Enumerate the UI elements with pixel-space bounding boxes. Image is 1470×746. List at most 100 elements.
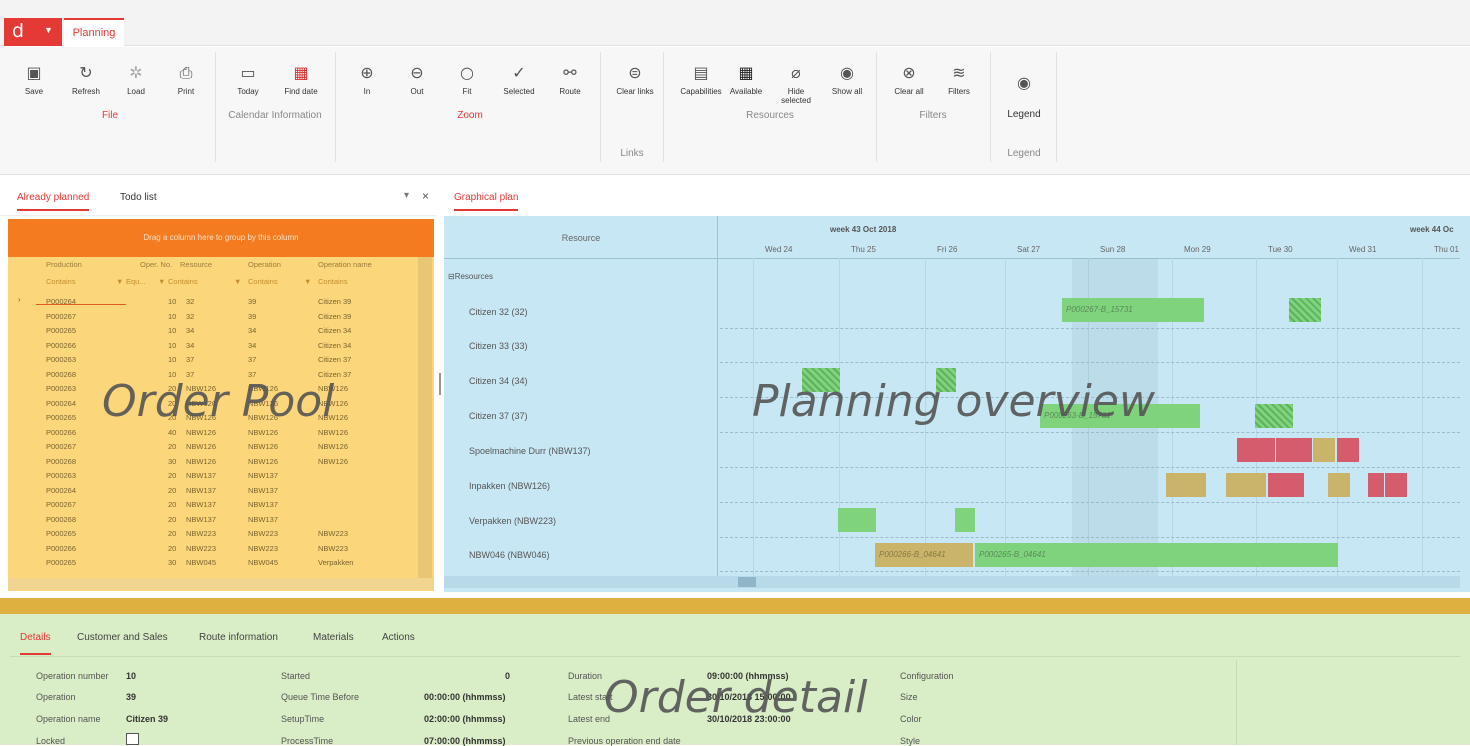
filter-production[interactable]: Contains xyxy=(46,277,76,286)
gantt-bar[interactable] xyxy=(1237,438,1275,462)
day-label: Tue 30 xyxy=(1268,245,1293,254)
hide-selected-button[interactable]: ⌀ Hide selected xyxy=(775,63,817,105)
close-icon[interactable]: × xyxy=(422,189,429,203)
table-cell: NBW223 xyxy=(186,529,217,538)
available-button[interactable]: ▦ Available xyxy=(727,63,765,96)
header-divider xyxy=(444,258,1460,259)
resource-row-label[interactable]: Spoelmachine Durr (NBW137) xyxy=(469,446,591,456)
gantt-bar[interactable] xyxy=(1368,473,1384,497)
filter-resource[interactable]: Contains xyxy=(168,277,198,286)
table-cell: 20 xyxy=(168,514,177,524)
find-date-button[interactable]: ▦ Find date xyxy=(278,63,324,96)
capabilities-button[interactable]: ▤ Capabilities xyxy=(675,63,727,96)
gantt-bar[interactable] xyxy=(838,508,876,532)
save-button[interactable]: ▣ Save xyxy=(18,63,50,96)
tab-already-planned[interactable]: Already planned xyxy=(17,192,90,211)
table-row[interactable]: P000264 20 NBW137 NBW137 xyxy=(8,485,422,496)
panel-resize-bar[interactable] xyxy=(0,598,1470,614)
zoom-out-button[interactable]: ⊖ Out xyxy=(402,63,432,96)
resource-row-label[interactable]: NBW046 (NBW046) xyxy=(469,550,550,560)
gantt-bar[interactable] xyxy=(1337,438,1359,462)
resource-row-label[interactable]: Citizen 34 (34) xyxy=(469,376,528,386)
col-operation[interactable]: Operation xyxy=(248,260,281,269)
table-row[interactable]: P000263 20 NBW137 NBW137 xyxy=(8,470,422,481)
filter-oper-no[interactable]: Equ... xyxy=(126,277,146,286)
group-by-drop-zone[interactable]: Drag a column here to group by this colu… xyxy=(8,219,434,257)
tab-actions[interactable]: Actions xyxy=(382,632,415,643)
show-all-button[interactable]: ◉ Show all xyxy=(826,63,868,96)
resources-group-toggle[interactable]: ⊟Resources xyxy=(448,272,493,281)
filters-button[interactable]: ≋ Filters xyxy=(938,63,980,96)
table-cell: P000266 xyxy=(46,543,77,553)
tab-materials[interactable]: Materials xyxy=(313,632,354,643)
table-row[interactable]: P000267 20 NBW137 NBW137 xyxy=(8,499,422,510)
gantt-bar[interactable] xyxy=(955,508,975,532)
filter-icon[interactable]: ▼ xyxy=(304,277,311,286)
filter-operation[interactable]: Contains xyxy=(248,277,278,286)
resource-row-label[interactable]: Citizen 37 (37) xyxy=(469,411,528,421)
table-row[interactable]: P000265 10 34 34 Citizen 34 xyxy=(8,325,422,336)
table-row[interactable]: P000265 30 NBW045 NBW045 Verpakken xyxy=(8,557,422,568)
gantt-bar[interactable] xyxy=(1226,473,1266,497)
gantt-bar[interactable]: P000266-B_04641 xyxy=(875,543,973,567)
filter-icon[interactable]: ▼ xyxy=(234,277,241,286)
table-row[interactable]: P000266 40 NBW126 NBW126 NBW126 xyxy=(8,427,422,438)
resource-row-label[interactable]: Verpakken (NBW223) xyxy=(469,516,556,526)
load-button[interactable]: ✲ Load xyxy=(118,63,154,96)
tab-customer-sales[interactable]: Customer and Sales xyxy=(77,632,168,643)
pin-dropdown-icon[interactable]: ▾ xyxy=(404,190,409,201)
grid-horizontal-scrollbar[interactable] xyxy=(8,578,434,590)
grid-vertical-scrollbar[interactable] xyxy=(418,257,432,581)
gantt-bar[interactable]: P000267-B_15731 xyxy=(1062,298,1204,322)
selected-button[interactable]: ✓ Selected xyxy=(498,63,540,96)
refresh-button[interactable]: ↻ Refresh xyxy=(66,63,106,96)
col-resource[interactable]: Resource xyxy=(180,260,212,269)
zoom-in-button[interactable]: ⊕ In xyxy=(352,63,382,96)
clear-all-button[interactable]: ⊗ Clear all xyxy=(888,63,930,96)
resource-row-label[interactable]: Inpakken (NBW126) xyxy=(469,481,550,491)
table-row[interactable]: P000267 20 NBW126 NBW126 NBW126 xyxy=(8,441,422,452)
tab-planning[interactable]: Planning xyxy=(64,18,124,46)
filter-icon[interactable]: ▼ xyxy=(158,277,165,286)
col-oper-no[interactable]: Oper. No. xyxy=(140,260,172,269)
col-operation-name[interactable]: Operation name xyxy=(318,260,372,269)
gantt-bar[interactable] xyxy=(1276,438,1312,462)
gantt-bar[interactable] xyxy=(1313,438,1335,462)
table-row[interactable]: P000268 30 NBW126 NBW126 NBW126 xyxy=(8,456,422,467)
col-production[interactable]: Production xyxy=(46,260,82,269)
gantt-horizontal-scrollbar[interactable] xyxy=(444,576,1460,588)
gantt-bar[interactable] xyxy=(1166,473,1206,497)
filter-operation-name[interactable]: Contains xyxy=(318,277,348,286)
table-row[interactable]: P000263 10 37 37 Citizen 37 xyxy=(8,354,422,365)
table-cell: 20 xyxy=(168,500,177,509)
today-button[interactable]: ▭ Today xyxy=(230,63,266,96)
app-logo-menu[interactable]: d ▼ xyxy=(4,18,62,46)
table-row[interactable]: P000266 10 34 34 Citizen 34 xyxy=(8,340,422,351)
route-button[interactable]: ⚯ Route xyxy=(552,63,588,96)
table-row[interactable]: P000265 20 NBW223 NBW223 NBW223 xyxy=(8,528,422,539)
gantt-bar[interactable] xyxy=(1268,473,1304,497)
resource-row-label[interactable]: Citizen 32 (32) xyxy=(469,307,528,317)
tab-details[interactable]: Details xyxy=(20,632,51,655)
fit-button[interactable]: ○ Fit xyxy=(452,63,482,96)
print-button[interactable]: ⎙ Print xyxy=(168,63,204,96)
panel-splitter[interactable] xyxy=(436,176,444,596)
tab-route-information[interactable]: Route information xyxy=(199,632,278,643)
clear-links-button[interactable]: ⊜ Clear links xyxy=(610,63,660,96)
gantt-bar[interactable] xyxy=(1289,298,1321,322)
locked-checkbox[interactable] xyxy=(126,733,139,745)
legend-button[interactable]: ◉ Legend xyxy=(998,73,1050,120)
tab-todo-list[interactable]: Todo list xyxy=(120,192,157,203)
resource-row-label[interactable]: Citizen 33 (33) xyxy=(469,341,528,351)
table-row[interactable]: P000267 10 32 39 Citizen 39 xyxy=(8,311,422,322)
gantt-bar[interactable] xyxy=(1255,404,1293,428)
gantt-bar[interactable] xyxy=(1385,473,1407,497)
table-row[interactable]: P000266 20 NBW223 NBW223 NBW223 xyxy=(8,543,422,554)
check-circle-icon: ✓ xyxy=(512,63,526,82)
gantt-bar[interactable] xyxy=(1328,473,1350,497)
filter-icon[interactable]: ▼ xyxy=(116,277,123,286)
table-row[interactable]: P000264 10 32 39 Citizen 39 xyxy=(8,296,422,307)
table-row[interactable]: P000268 20 NBW137 NBW137 xyxy=(8,514,422,525)
gantt-bar[interactable]: P000265-B_04641 xyxy=(975,543,1338,567)
tab-graphical-plan[interactable]: Graphical plan xyxy=(454,192,519,211)
